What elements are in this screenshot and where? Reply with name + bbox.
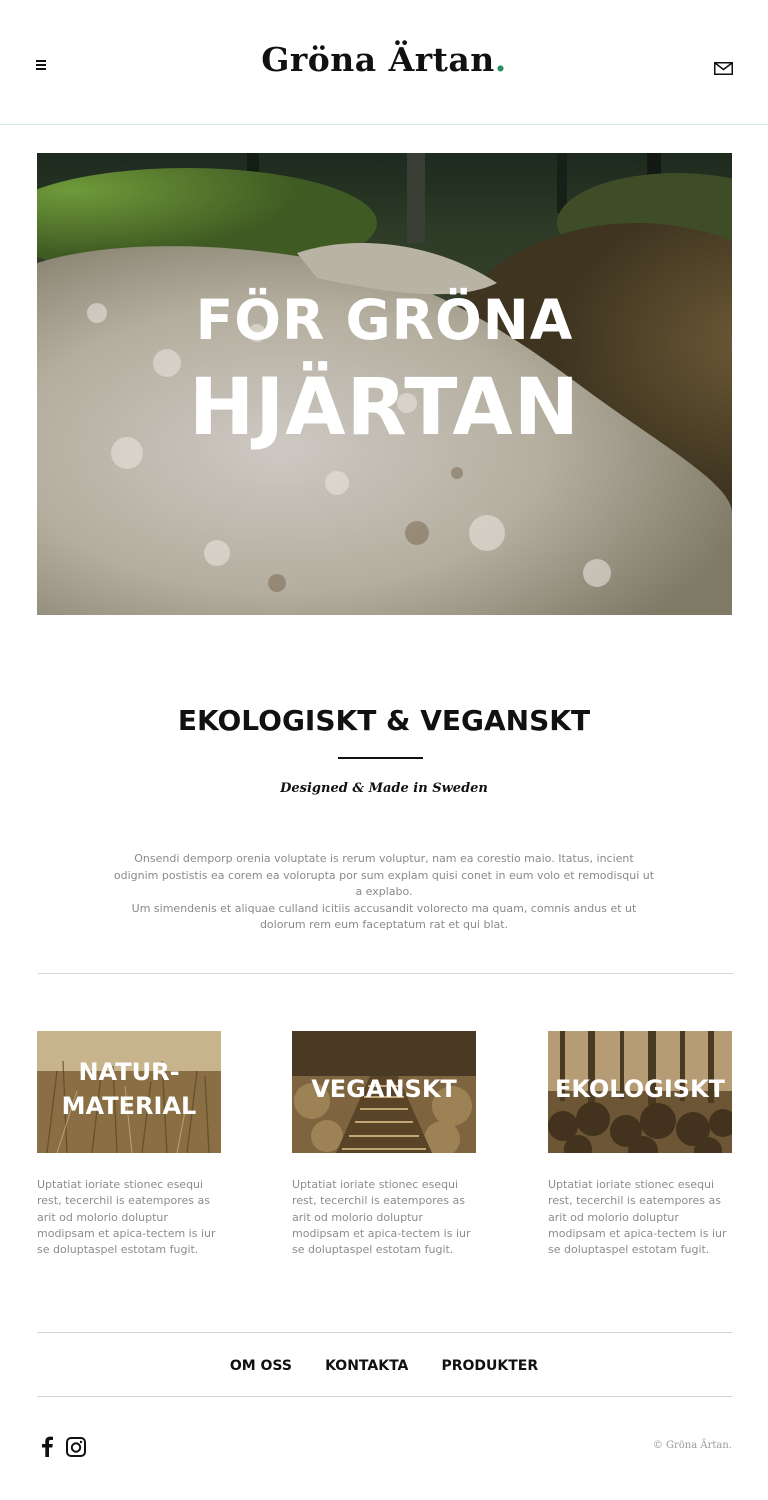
card-description: Uptatiat ioriate stionec esequi rest, te… <box>292 1178 471 1257</box>
copyright: © Gröna Ärtan. <box>652 1440 732 1451</box>
card-title: EKOLOGISKT <box>554 1075 726 1103</box>
hero-title-line2: HJÄRTAN <box>188 363 581 453</box>
feature-card-veganskt[interactable]: VEGANSKT Uptatiat ioriate stionec esequi… <box>292 1031 476 1258</box>
card-title-line1: NATUR- <box>78 1058 180 1086</box>
site-logo[interactable]: Gröna Ärtan. <box>0 40 768 79</box>
mail-icon[interactable] <box>714 60 733 75</box>
feature-card-natur-material[interactable]: NATUR- MATERIAL Uptatiat ioriate stionec… <box>37 1031 221 1258</box>
intro-paragraph-1: Onsendi demporp orenia voluptate is reru… <box>113 852 655 898</box>
card-description: Uptatiat ioriate stionec esequi rest, te… <box>37 1178 216 1257</box>
facebook-icon[interactable] <box>40 1435 54 1461</box>
section-subtitle: Designed & Made in Sweden <box>280 781 488 796</box>
intro-paragraph-2: Um simendenis et aliquae culland icitiis… <box>131 901 637 932</box>
card-title-line2: MATERIAL <box>61 1092 197 1120</box>
nav-link-produkter[interactable]: PRODUKTER <box>441 1358 538 1374</box>
site-header: Gröna Ärtan. <box>0 0 768 125</box>
card-image-boardwalk[interactable]: VEGANSKT <box>292 1031 476 1153</box>
card-title: VEGANSKT <box>311 1075 457 1103</box>
footer-divider-top <box>37 1332 732 1333</box>
card-description: Uptatiat ioriate stionec esequi rest, te… <box>548 1178 727 1257</box>
footer-divider-bottom <box>37 1396 732 1397</box>
card-image-grass[interactable]: NATUR- MATERIAL <box>37 1031 221 1153</box>
logo-text: Gröna Ärtan <box>261 40 495 79</box>
instagram-icon[interactable] <box>66 1437 86 1461</box>
section-title: EKOLOGISKT & VEGANSKT <box>177 704 591 737</box>
title-divider <box>338 757 423 759</box>
nav-link-om-oss[interactable]: OM OSS <box>230 1358 292 1374</box>
nav-link-kontakta[interactable]: KONTAKTA <box>325 1358 408 1374</box>
section-divider <box>38 973 733 974</box>
footer-nav: OM OSS KONTAKTA PRODUKTER <box>0 1355 768 1374</box>
card-image-forest[interactable]: EKOLOGISKT <box>548 1031 732 1153</box>
feature-card-ekologiskt[interactable]: EKOLOGISKT Uptatiat ioriate stionec eseq… <box>548 1031 732 1258</box>
intro-text: Onsendi demporp orenia voluptate is reru… <box>112 851 656 934</box>
logo-dot: . <box>494 40 507 79</box>
hero-banner: FÖR GRÖNA HJÄRTAN <box>37 153 732 615</box>
hero-title-line1: FÖR GRÖNA <box>195 288 574 352</box>
